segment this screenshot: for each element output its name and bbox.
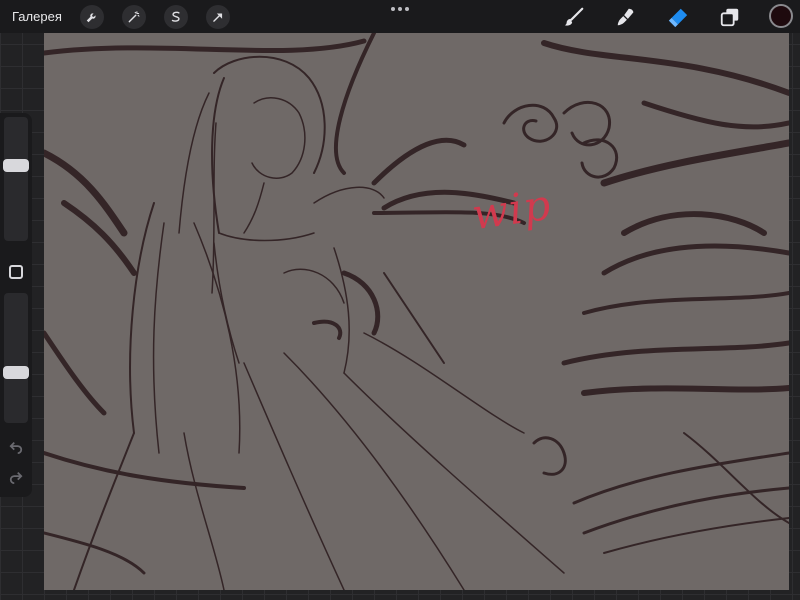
more-options-icon[interactable] <box>388 4 412 14</box>
selection-icon[interactable] <box>164 5 188 29</box>
left-sidebar <box>0 113 32 497</box>
gallery-button[interactable]: Галерея <box>12 8 62 26</box>
brush-icon[interactable] <box>561 4 587 30</box>
redo-icon[interactable] <box>8 469 24 485</box>
top-toolbar: Галерея <box>0 0 800 33</box>
smudge-icon[interactable] <box>613 4 639 30</box>
sketch-artwork <box>44 33 789 590</box>
brush-size-thumb[interactable] <box>3 159 29 172</box>
eraser-icon[interactable] <box>665 4 691 30</box>
layers-icon[interactable] <box>717 4 743 30</box>
drawing-canvas[interactable]: wip <box>44 33 789 590</box>
color-swatch[interactable] <box>769 4 793 28</box>
modify-square-icon[interactable] <box>9 265 23 279</box>
opacity-thumb[interactable] <box>3 366 29 379</box>
opacity-slider[interactable] <box>3 293 29 423</box>
wrench-icon[interactable] <box>80 5 104 29</box>
magic-wand-icon[interactable] <box>122 5 146 29</box>
transform-arrow-icon[interactable] <box>206 5 230 29</box>
undo-icon[interactable] <box>8 439 24 455</box>
brush-size-slider[interactable] <box>3 117 29 241</box>
